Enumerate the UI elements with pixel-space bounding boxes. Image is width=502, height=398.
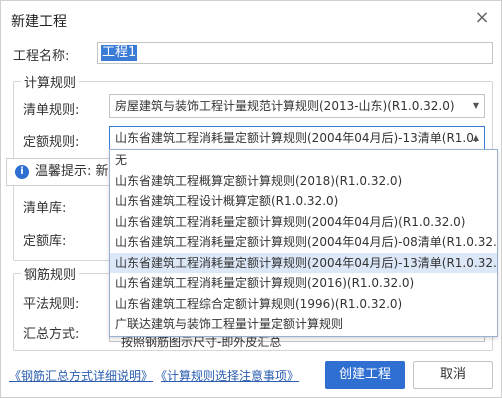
chevron-up-icon: ▲: [472, 133, 479, 142]
bill-rule-value: 房屋建筑与装饰工程计量规范计算规则(2013-山东)(R1.0.32.0): [115, 99, 455, 113]
dropdown-option[interactable]: 山东省建筑工程消耗量定额计算规则(2016)(R1.0.32.0): [110, 273, 497, 294]
dropdown-option[interactable]: 山东省建筑工程设计概算定额(R1.0.32.0): [110, 191, 497, 212]
dropdown-option[interactable]: 山东省建筑工程概算定额计算规则(2018)(R1.0.32.0): [110, 171, 497, 192]
bill-rule-select[interactable]: 房屋建筑与装饰工程计量规范计算规则(2013-山东)(R1.0.32.0) ▼: [109, 94, 485, 118]
dialog-title: 新建工程: [11, 14, 67, 30]
close-button[interactable]: ×: [471, 7, 493, 29]
quota-rule-label: 定额规则:: [23, 135, 80, 150]
project-name-label: 工程名称:: [13, 49, 70, 64]
new-project-dialog: 新建工程 × 工程名称: 工程1 计算规则 清单规则: 房屋建筑与装饰工程计量规…: [0, 0, 502, 398]
dropdown-option[interactable]: 山东省建筑工程消耗量定额计算规则(2004年04月后)(R1.0.32.0): [110, 212, 497, 233]
quota-rule-dropdown: 无 山东省建筑工程概算定额计算规则(2018)(R1.0.32.0) 山东省建筑…: [109, 149, 498, 337]
project-name-value: 工程1: [101, 45, 138, 61]
create-project-button[interactable]: 创建工程: [325, 361, 405, 389]
calc-rules-legend: 计算规则: [21, 72, 80, 91]
cancel-button[interactable]: 取消: [413, 361, 493, 389]
dropdown-option[interactable]: 无: [110, 150, 497, 171]
bill-rule-label: 清单规则:: [23, 103, 80, 118]
info-icon: i: [15, 164, 29, 179]
flat-rule-label: 平法规则:: [23, 297, 80, 312]
dropdown-option[interactable]: 广联达建筑与装饰工程量计量定额计算规则: [110, 314, 497, 335]
calc-rule-notes-link[interactable]: 《计算规则选择注意事项》: [161, 369, 299, 383]
rebar-rules-legend: 钢筋规则: [21, 264, 80, 283]
footer-links: 《钢筋汇总方式详细说明》 《计算规则选择注意事项》: [9, 367, 307, 384]
dropdown-option-selected[interactable]: 山东省建筑工程消耗量定额计算规则(2004年04月后)-13清单(R1.0.32…: [110, 252, 497, 273]
quota-lib-label: 定额库:: [23, 234, 67, 249]
quota-rule-select[interactable]: 山东省建筑工程消耗量定额计算规则(2004年04月后)-13清单(R1.0. ▲: [109, 126, 485, 150]
bill-lib-label: 清单库:: [23, 201, 67, 216]
dropdown-option[interactable]: 山东省建筑工程消耗量定额计算规则(2004年04月后)-08清单(R1.0.32…: [110, 232, 497, 253]
tip-banner: i 温馨提示: 新: [6, 158, 118, 186]
rebar-summary-help-link[interactable]: 《钢筋汇总方式详细说明》: [9, 369, 153, 383]
summary-label: 汇总方式:: [23, 327, 80, 342]
project-name-input[interactable]: 工程1: [97, 42, 493, 64]
chevron-down-icon: ▼: [472, 101, 479, 110]
quota-rule-value: 山东省建筑工程消耗量定额计算规则(2004年04月后)-13清单(R1.0.: [115, 131, 478, 145]
dropdown-option[interactable]: 山东省建筑工程综合定额计算规则(1996)(R1.0.32.0): [110, 294, 497, 315]
tip-text: 温馨提示: 新: [35, 164, 109, 179]
